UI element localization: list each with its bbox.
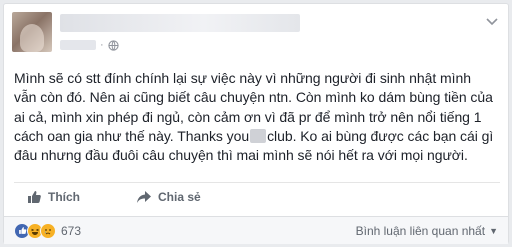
post-meta: · (60, 38, 119, 52)
post-text-line: Mình sẽ có stt đính chính lại sự việc nà… (14, 70, 471, 86)
post-text-line: đâu nhưng đầu đuôi câu chuyện thì mai mì… (14, 147, 468, 164)
author-name-redacted[interactable] (60, 14, 300, 32)
post-body: Mình sẽ có stt đính chính lại sự việc nà… (14, 69, 502, 165)
chevron-down-icon[interactable] (486, 18, 498, 26)
post-card: · Mình sẽ có stt đính chính lại sự việc … (3, 3, 509, 244)
post-text-line: vẫn còn đó. Nên ai cũng biết câu chuyện … (14, 89, 493, 106)
post-actions: Thích Chia sẻ (14, 182, 500, 210)
share-button[interactable]: Chia sẻ (128, 185, 209, 209)
comment-sort-label: Bình luận liên quan nhất (355, 224, 486, 238)
reactions-bar: 673 Bình luận liên quan nhất ▼ (4, 216, 508, 244)
reaction-summary[interactable]: 673 (14, 222, 82, 239)
like-button[interactable]: Thích (14, 185, 88, 209)
caret-down-icon: ▼ (489, 226, 498, 236)
post-text-line: cách oan gia như thế này. Thanks you club… (14, 127, 502, 146)
share-label: Chia sẻ (158, 189, 201, 204)
post-text-line: ai cả, mình xin phép đi ngủ, còn cảm ơn … (14, 108, 482, 125)
globe-icon[interactable] (108, 39, 119, 51)
meta-separator: · (100, 39, 104, 51)
share-arrow-icon (137, 190, 151, 203)
post-text-fragment: club. Ko ai bùng được các bạn cái gì (267, 127, 494, 144)
like-label: Thích (48, 189, 80, 204)
reaction-count: 673 (61, 223, 82, 238)
post-header: · (12, 12, 502, 62)
timestamp-redacted[interactable] (60, 40, 96, 50)
avatar[interactable] (12, 12, 52, 52)
redacted-text (250, 128, 267, 143)
post-text-fragment: cách oan gia như thế này. Thanks you (14, 127, 250, 144)
comment-sort-dropdown[interactable]: Bình luận liên quan nhất ▼ (356, 224, 498, 238)
thumbs-up-icon (28, 190, 41, 203)
sad-icon (40, 222, 56, 239)
